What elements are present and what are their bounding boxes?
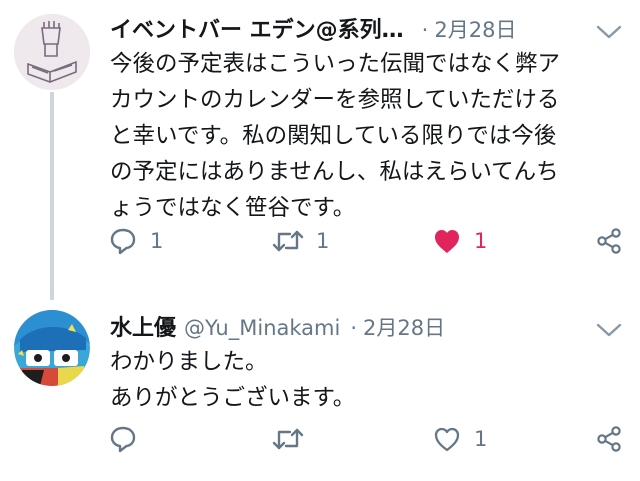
tweet-date[interactable]: 2月28日 — [363, 312, 445, 342]
like-button[interactable]: 1 — [432, 226, 487, 256]
chevron-down-icon[interactable] — [596, 24, 622, 40]
share-button[interactable] — [594, 424, 624, 454]
reply-icon — [110, 228, 136, 255]
tweet-header: 水上優 @Yu_Minakami · 2月28日 — [110, 310, 445, 342]
author-handle[interactable]: @Yu_Minakami — [184, 316, 340, 340]
retweet-icon — [272, 230, 304, 252]
like-button[interactable]: 1 — [432, 424, 487, 454]
tweet-date[interactable]: 2月28日 — [434, 14, 516, 44]
like-count: 1 — [474, 229, 488, 253]
separator-dot: · — [350, 316, 358, 340]
separator-dot: · — [421, 18, 429, 42]
share-icon — [597, 228, 621, 254]
reply-icon — [110, 426, 136, 453]
retweet-icon — [272, 428, 304, 450]
avatar[interactable] — [14, 14, 90, 90]
reply-count: 1 — [150, 229, 164, 253]
share-button[interactable] — [594, 226, 624, 256]
tweet-actions: 1 1 1 — [0, 226, 640, 266]
author-name[interactable]: 水上優 — [110, 310, 176, 342]
reply-button[interactable] — [108, 424, 150, 454]
tweet-text-line: と幸いです。私の関知している限りでは今後 — [110, 123, 557, 149]
tweet-text-line: カウントのカレンダーを参照していただける — [110, 87, 560, 113]
like-count: 1 — [474, 427, 488, 451]
tweet-header: イベントバー エデン@系列… · 2月28日 — [110, 12, 516, 44]
avatar[interactable] — [14, 310, 90, 386]
share-icon — [597, 426, 621, 452]
tweet-text-line: の予定にはありませんし、私はえらいてんち — [110, 159, 559, 185]
reply-button[interactable]: 1 — [108, 226, 163, 256]
retweet-button[interactable] — [272, 424, 316, 454]
tweet-text-line: わかりました。 — [110, 349, 268, 375]
tweet-1[interactable]: イベントバー エデン@系列… · 2月28日 今後の予定表はこういった伝聞ではな… — [0, 0, 640, 290]
tweet-text: 今後の予定表はこういった伝聞ではなく弊ア カウントのカレンダーを参照していただけ… — [110, 46, 560, 226]
retweet-count: 1 — [316, 229, 330, 253]
tweet-text: わかりました。 ありがとうございます。 — [110, 344, 355, 416]
tweet-text-line: ありがとうございます。 — [110, 385, 356, 411]
author-name[interactable]: イベントバー エデン@系列… — [110, 12, 404, 44]
tweet-actions: 1 — [0, 424, 640, 464]
fist-book-sketch-icon — [14, 14, 90, 90]
retweet-button[interactable]: 1 — [272, 226, 329, 256]
tweet-text-line: 今後の予定表はこういった伝聞ではなく弊ア — [110, 51, 561, 77]
heart-filled-icon — [435, 230, 459, 253]
heart-outline-icon — [434, 427, 460, 452]
tweet-2[interactable]: 水上優 @Yu_Minakami · 2月28日 わかりました。 ありがとうござ… — [0, 296, 640, 481]
tweet-text-line: ょうではなく笹谷です。 — [110, 195, 356, 221]
chevron-down-icon[interactable] — [596, 322, 622, 338]
colorful-drawing-avatar-icon — [14, 310, 90, 386]
